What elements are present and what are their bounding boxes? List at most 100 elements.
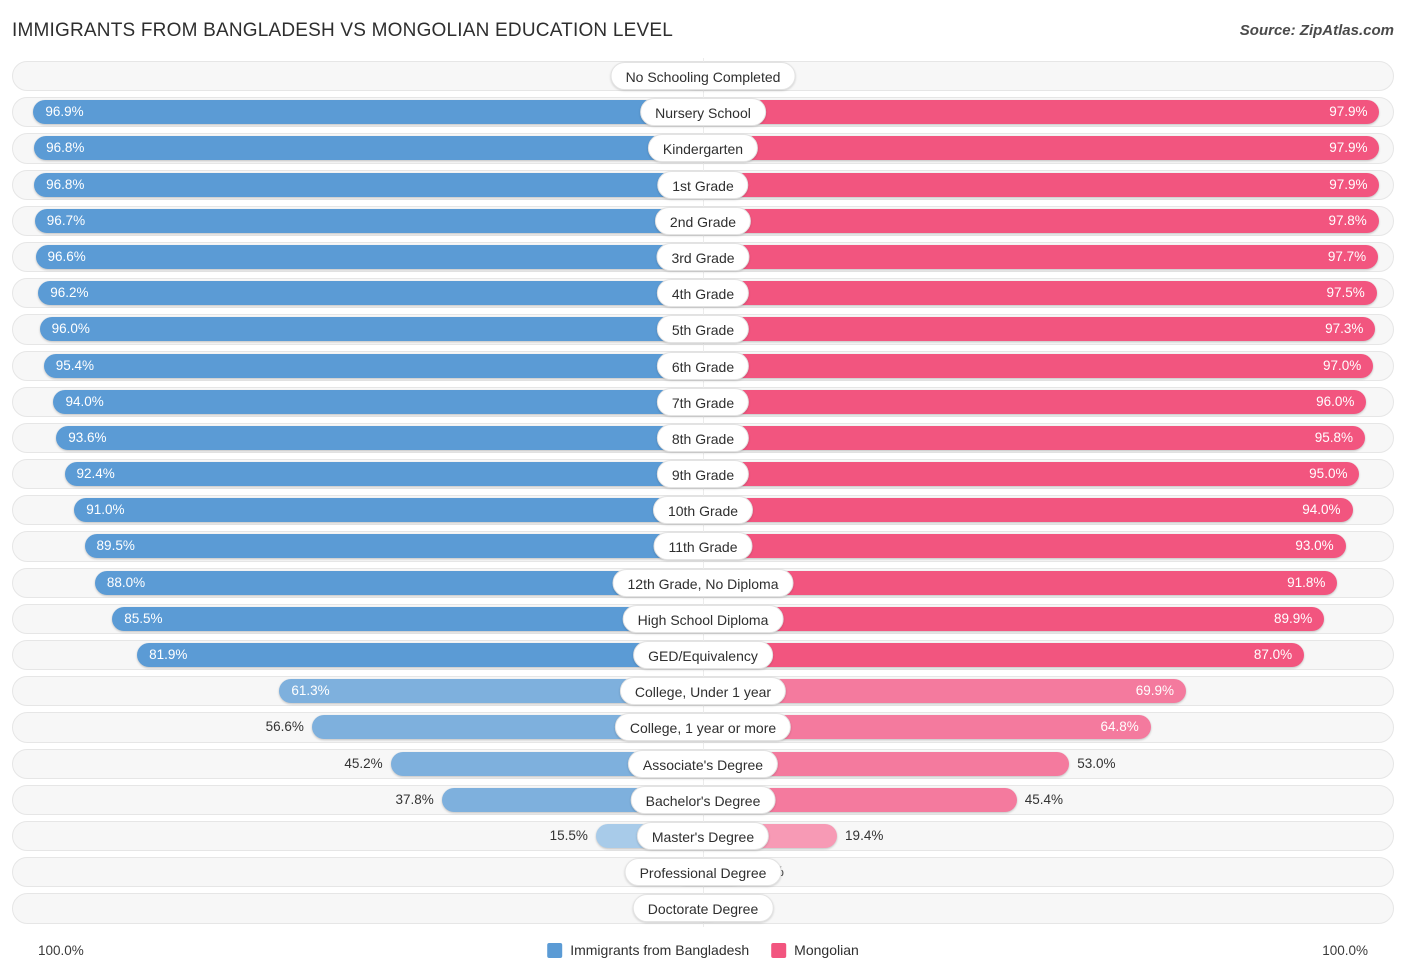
- bar-mongolian[interactable]: [703, 353, 1374, 378]
- category-label-pill[interactable]: Doctorate Degree: [632, 894, 774, 923]
- bar-mongolian[interactable]: [703, 208, 1379, 233]
- bar-mongolian[interactable]: [703, 643, 1305, 667]
- left-value-label: 96.2%: [50, 285, 89, 301]
- right-value-label: 97.0%: [1323, 357, 1362, 373]
- right-value-label: 97.3%: [1325, 321, 1364, 337]
- category-label-pill[interactable]: 4th Grade: [656, 279, 750, 308]
- left-value-label: 96.8%: [46, 140, 85, 156]
- right-value-label: 94.0%: [1302, 502, 1341, 518]
- category-label-pill[interactable]: 8th Grade: [656, 423, 750, 452]
- bar-mongolian[interactable]: [703, 534, 1346, 559]
- right-bar-wrap: [703, 534, 1346, 559]
- right-value-label: 97.9%: [1329, 140, 1368, 156]
- bar-mongolian[interactable]: [703, 498, 1353, 523]
- right-value-label: 97.7%: [1327, 248, 1367, 264]
- chart-row: 81.9% 87.0% GED/Equivalency: [0, 637, 1406, 674]
- category-label-pill[interactable]: Associate's Degree: [627, 749, 779, 778]
- category-label-pill[interactable]: Bachelor's Degree: [630, 785, 776, 814]
- chart-row: 94.0% 96.0% 7th Grade: [0, 383, 1406, 420]
- right-value-label: 45.4%: [1024, 791, 1063, 807]
- right-bar-wrap: [703, 100, 1380, 125]
- right-value-label: 97.9%: [1329, 176, 1368, 192]
- bar-mongolian[interactable]: [703, 317, 1376, 342]
- right-value-label: 89.9%: [1273, 610, 1313, 626]
- chart-row: 88.0% 91.8% 12th Grade, No Diploma: [0, 564, 1406, 601]
- category-label-pill[interactable]: 3rd Grade: [656, 242, 750, 271]
- chart-row: 45.2% 53.0% Associate's Degree: [0, 745, 1406, 782]
- right-value-label: 69.9%: [1135, 683, 1175, 699]
- left-value-label: 91.0%: [86, 502, 125, 518]
- chart-row: 95.4% 97.0% 6th Grade: [0, 347, 1406, 384]
- chart-footer: 100.0% Immigrants from Bangladesh Mongoli…: [0, 935, 1406, 975]
- chart-row: 92.4% 95.0% 9th Grade: [0, 456, 1406, 493]
- left-value-label: 92.4%: [76, 466, 115, 482]
- right-value-label: 95.8%: [1314, 429, 1353, 445]
- chart-row: 1.8%2.8%Doctorate Degree: [0, 890, 1406, 927]
- left-value-label: 93.6%: [68, 429, 107, 445]
- legend-swatch-icon: [771, 942, 787, 958]
- right-bar-wrap: [703, 172, 1380, 197]
- bar-mongolian[interactable]: [703, 389, 1367, 414]
- chart-row: 3.1%2.1%No Schooling Completed: [0, 58, 1406, 95]
- bar-mongolian[interactable]: [703, 606, 1325, 631]
- category-label-pill[interactable]: GED/Equivalency: [633, 641, 773, 669]
- category-label-pill[interactable]: Professional Degree: [624, 858, 782, 887]
- category-label-pill[interactable]: 6th Grade: [656, 351, 750, 380]
- right-value-label: 95.0%: [1309, 466, 1348, 482]
- chart-row: 37.8% 45.4% Bachelor's Degree: [0, 781, 1406, 818]
- bar-mongolian[interactable]: [703, 570, 1338, 595]
- category-label-pill[interactable]: 11th Grade: [653, 532, 753, 561]
- axis-max-left: 100.0%: [38, 943, 84, 958]
- category-label-pill[interactable]: No Schooling Completed: [610, 62, 796, 90]
- category-label-pill[interactable]: 5th Grade: [656, 315, 750, 344]
- right-bar-wrap: [703, 281, 1377, 306]
- right-value-label: 19.4%: [845, 827, 884, 843]
- page-header: IMMIGRANTS FROM BANGLADESH VS MONGOLIAN …: [0, 0, 1406, 58]
- chart-row: 4.4%6.1%Professional Degree: [0, 854, 1406, 891]
- right-bar-wrap: [703, 643, 1305, 667]
- chart-row: 85.5% 89.9% High School Diploma: [0, 600, 1406, 637]
- chart-row: 96.8% 97.9% 1st Grade: [0, 166, 1406, 203]
- left-value-label: 96.0%: [51, 321, 90, 337]
- right-bar-wrap: [703, 244, 1379, 269]
- category-label-pill[interactable]: 10th Grade: [652, 496, 754, 525]
- category-label-pill[interactable]: College, 1 year or more: [614, 713, 792, 742]
- category-label-pill[interactable]: 12th Grade, No Diploma: [612, 568, 794, 597]
- bar-mongolian[interactable]: [703, 281, 1377, 306]
- category-label-pill[interactable]: High School Diploma: [622, 604, 784, 633]
- bar-mongolian[interactable]: [703, 172, 1380, 197]
- bar-mongolian[interactable]: [703, 425, 1365, 450]
- legend-label: Mongolian: [794, 942, 859, 958]
- left-value-label: 37.8%: [395, 791, 434, 807]
- right-bar-wrap: [703, 317, 1376, 342]
- category-label-pill[interactable]: Master's Degree: [636, 821, 770, 850]
- category-label-pill[interactable]: 2nd Grade: [654, 206, 752, 235]
- category-label-pill[interactable]: College, Under 1 year: [619, 677, 787, 706]
- bar-mongolian[interactable]: [703, 100, 1380, 125]
- bar-chart: 3.1%2.1%No Schooling Completed 96.9% 97.9%…: [0, 58, 1406, 935]
- legend-item-immigrants-from-bangladesh[interactable]: Immigrants from Bangladesh: [547, 942, 749, 958]
- chart-page: IMMIGRANTS FROM BANGLADESH VS MONGOLIAN …: [0, 0, 1406, 975]
- category-label-pill[interactable]: 7th Grade: [656, 387, 750, 416]
- right-value-label: 91.8%: [1287, 574, 1326, 590]
- right-value-label: 97.9%: [1329, 104, 1368, 120]
- bar-mongolian[interactable]: [703, 136, 1380, 161]
- right-value-label: 96.0%: [1316, 393, 1355, 409]
- right-bar-wrap: [703, 606, 1325, 631]
- right-bar-wrap: [703, 389, 1367, 414]
- right-value-label: 53.0%: [1077, 755, 1116, 771]
- chart-row: 96.8% 97.9% Kindergarten: [0, 130, 1406, 167]
- category-label-pill[interactable]: 9th Grade: [656, 460, 750, 489]
- bar-mongolian[interactable]: [703, 462, 1360, 487]
- category-label-pill[interactable]: Nursery School: [640, 98, 766, 127]
- chart-row: 96.2% 97.5% 4th Grade: [0, 275, 1406, 312]
- bar-mongolian[interactable]: [703, 244, 1379, 269]
- left-value-label: 96.7%: [46, 212, 86, 228]
- page-title: IMMIGRANTS FROM BANGLADESH VS MONGOLIAN …: [12, 20, 673, 41]
- left-value-label: 56.6%: [265, 719, 304, 735]
- legend-item-mongolian[interactable]: Mongolian: [771, 942, 859, 958]
- chart-row: 15.5% 19.4% Master's Degree: [0, 817, 1406, 855]
- chart-row: 61.3% 69.9% College, Under 1 year: [0, 673, 1406, 710]
- category-label-pill[interactable]: 1st Grade: [657, 170, 749, 199]
- category-label-pill[interactable]: Kindergarten: [647, 134, 759, 163]
